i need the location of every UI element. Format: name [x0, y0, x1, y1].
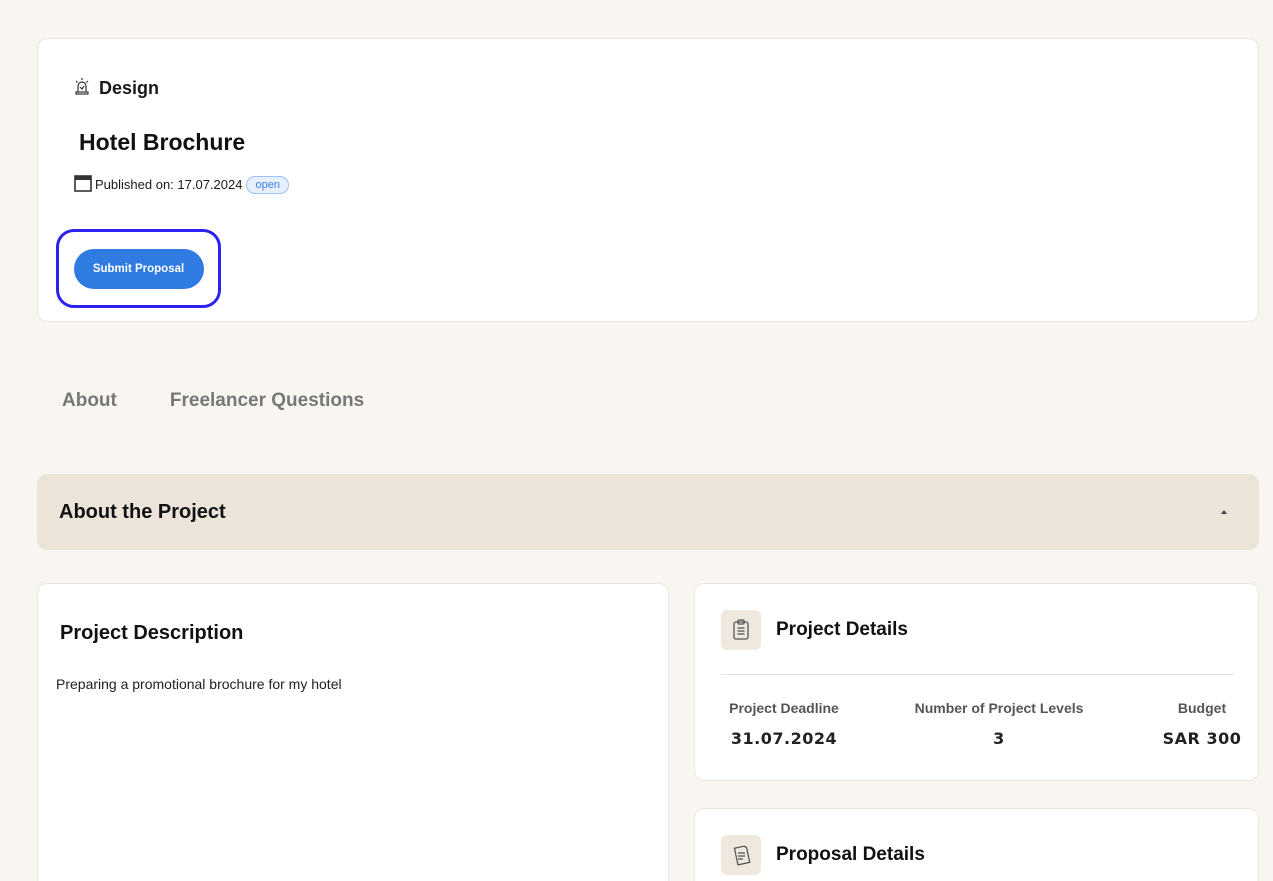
accordion-title: About the Project [59, 500, 226, 523]
details-header: Project Details [721, 610, 908, 650]
submit-proposal-button[interactable]: Submit Proposal [73, 248, 204, 289]
description-title: Project Description [60, 622, 244, 644]
status-badge: open [246, 175, 289, 194]
page-title: Hotel Brochure [79, 129, 246, 155]
description-text: Preparing a promotional brochure for my … [56, 676, 342, 692]
levels-stat: Number of Project Levels 3 [902, 700, 1096, 748]
proposal-title: Proposal Details [776, 844, 925, 865]
caret-up-icon[interactable] [1221, 510, 1227, 514]
proposal-doc-icon [721, 835, 761, 875]
category-label: Design [99, 78, 160, 98]
published-date: Published on: 17.07.2024 [95, 177, 243, 192]
deadline-stat: Project Deadline 31.07.2024 [721, 700, 847, 748]
project-header-card: Design Hotel Brochure Published on: 17.0… [37, 38, 1259, 322]
about-project-accordion[interactable]: About the Project [37, 474, 1259, 550]
deadline-value: 31.07.2024 [730, 729, 838, 748]
calendar-icon [73, 173, 95, 196]
deadline-label: Project Deadline [729, 700, 839, 716]
project-category: Design [74, 77, 159, 100]
details-title: Project Details [776, 619, 908, 640]
proposal-header: Proposal Details [721, 835, 925, 875]
siren-icon [74, 77, 90, 100]
project-description-card: Project Description Preparing a promotio… [37, 583, 669, 881]
proposal-details-card: Proposal Details [694, 808, 1259, 881]
project-details-card: Project Details Project Deadline 31.07.2… [694, 583, 1259, 781]
submit-focus-ring: Submit Proposal [56, 229, 221, 308]
budget-value: SAR 300 [1162, 729, 1242, 748]
tab-about[interactable]: About [62, 390, 117, 412]
levels-value: 3 [993, 729, 1005, 748]
levels-label: Number of Project Levels [914, 700, 1084, 716]
clipboard-icon [721, 610, 761, 650]
details-divider [721, 674, 1234, 675]
tab-freelancer-questions[interactable]: Freelancer Questions [170, 390, 364, 412]
tab-bar: About Freelancer Questions [62, 390, 364, 412]
budget-label: Budget [1177, 700, 1227, 716]
published-info: Published on: 17.07.2024 open [73, 173, 289, 196]
budget-stat: Budget SAR 300 [1161, 700, 1243, 748]
